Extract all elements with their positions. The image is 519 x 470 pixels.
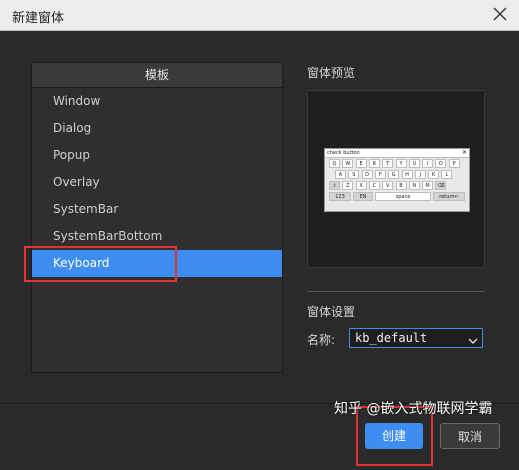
name-select[interactable]: kb_default: [349, 328, 483, 348]
keyboard-row-1: QWERTYUIOP: [325, 158, 469, 169]
keyboard-key: V: [382, 181, 394, 190]
template-item-dialog[interactable]: Dialog: [32, 115, 282, 142]
keyboard-key: P: [448, 159, 460, 168]
template-item-window[interactable]: Window: [32, 88, 282, 115]
keyboard-key: T: [382, 159, 394, 168]
keyboard-key: EN: [353, 192, 373, 201]
keyboard-key: O: [435, 159, 447, 168]
template-item-systembarbottom[interactable]: SystemBarBottom: [32, 223, 282, 250]
template-item-popup[interactable]: Popup: [32, 142, 282, 169]
keyboard-key: X: [355, 181, 367, 190]
keyboard-row-3: ⇧ Z X C V B N M ⌫: [325, 180, 469, 191]
keyboard-key: ⇧: [329, 181, 340, 190]
name-label: 名称:: [307, 333, 336, 347]
keyboard-key: N: [408, 181, 420, 190]
template-list: 模板 Window Dialog Popup Overlay SystemBar…: [31, 62, 283, 373]
watermark: 知乎 @嵌入式物联网学霸: [334, 401, 493, 417]
keyboard-key: K: [428, 170, 440, 179]
keyboard-key: H: [401, 170, 413, 179]
keyboard-key: L: [441, 170, 453, 179]
template-item-systembar[interactable]: SystemBar: [32, 196, 282, 223]
window-title: 新建窗体: [12, 11, 65, 26]
keyboard-key: U: [408, 159, 420, 168]
keyboard-preview-close-icon: ✕: [461, 149, 467, 156]
settings-divider: [307, 291, 485, 292]
keyboard-key: Y: [395, 159, 407, 168]
window-preview: check button ✕ QWERTYUIOP ASDFGHJKL ⇧ Z X C…: [307, 90, 485, 268]
template-item-overlay[interactable]: Overlay: [32, 169, 282, 196]
cancel-button[interactable]: 取消: [440, 423, 500, 449]
keyboard-key: C: [368, 181, 380, 190]
keyboard-key: E: [355, 159, 367, 168]
close-icon[interactable]: [491, 5, 509, 23]
create-button[interactable]: 创建: [365, 423, 423, 449]
settings-label: 窗体设置: [307, 305, 356, 319]
keyboard-key: D: [361, 170, 373, 179]
keyboard-key: B: [395, 181, 407, 190]
name-select-value: kb_default: [355, 331, 428, 345]
chevron-down-icon: [468, 333, 478, 351]
keyboard-key: R: [368, 159, 380, 168]
keyboard-key: F: [374, 170, 386, 179]
keyboard-row-4: 123 EN space return↵: [325, 191, 469, 202]
keyboard-key: W: [342, 159, 354, 168]
keyboard-preview-title: check button ✕: [325, 149, 469, 158]
keyboard-preview-title-text: check button: [327, 150, 360, 156]
keyboard-key: ⌫: [435, 181, 447, 190]
keyboard-key: space: [375, 192, 431, 201]
preview-label: 窗体预览: [307, 66, 356, 80]
keyboard-key: S: [348, 170, 360, 179]
keyboard-preview: check button ✕ QWERTYUIOP ASDFGHJKL ⇧ Z X C…: [324, 148, 470, 212]
keyboard-key: I: [422, 159, 434, 168]
keyboard-key: G: [388, 170, 400, 179]
template-item-keyboard[interactable]: Keyboard: [32, 250, 282, 277]
template-list-header: 模板: [32, 63, 282, 88]
keyboard-key: M: [422, 181, 434, 190]
keyboard-key: Q: [329, 159, 340, 168]
keyboard-key: return↵: [433, 192, 465, 201]
keyboard-key: 123: [329, 192, 351, 201]
title-bar: 新建窗体: [0, 0, 519, 31]
keyboard-key: J: [414, 170, 426, 179]
keyboard-key: Z: [342, 181, 354, 190]
keyboard-key: A: [335, 170, 346, 179]
keyboard-row-2: ASDFGHJKL: [325, 169, 469, 180]
